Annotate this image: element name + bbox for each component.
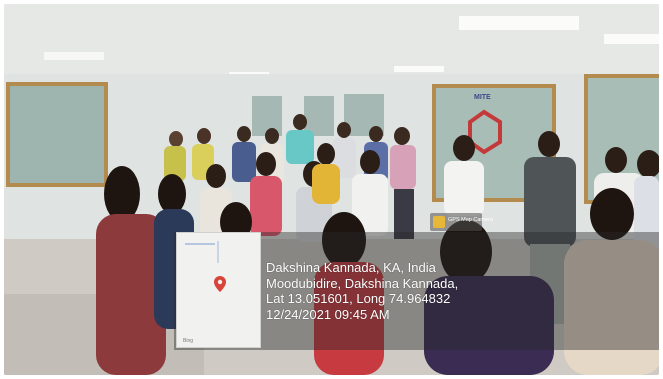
gps-camera-label: GPS Map Camera bbox=[448, 217, 493, 223]
geotag-timestamp: 12/24/2021 09:45 AM bbox=[266, 306, 390, 322]
location-pin-icon bbox=[214, 276, 226, 292]
map-road bbox=[185, 243, 215, 245]
geotag-coordinates: Lat 13.051601, Long 74.964832 bbox=[266, 291, 451, 306]
map-attribution: Bing bbox=[183, 338, 194, 344]
gps-camera-icon bbox=[433, 216, 445, 228]
geotag-region: Dakshina Kannada, KA, India bbox=[266, 260, 436, 275]
geotag-address: Moodubidire, Dakshina Kannada, bbox=[266, 275, 459, 291]
map-road bbox=[217, 241, 219, 263]
map-thumbnail: Bing bbox=[176, 232, 261, 348]
geotag-text: Dakshina Kannada, KA, India Moodubidire,… bbox=[266, 260, 656, 322]
wall-logo-text: MITE bbox=[474, 94, 491, 101]
photo-frame: MITE Bing GPS Map Camera Dakshina Kannad… bbox=[4, 4, 659, 375]
gps-camera-badge: GPS Map Camera bbox=[430, 213, 493, 231]
